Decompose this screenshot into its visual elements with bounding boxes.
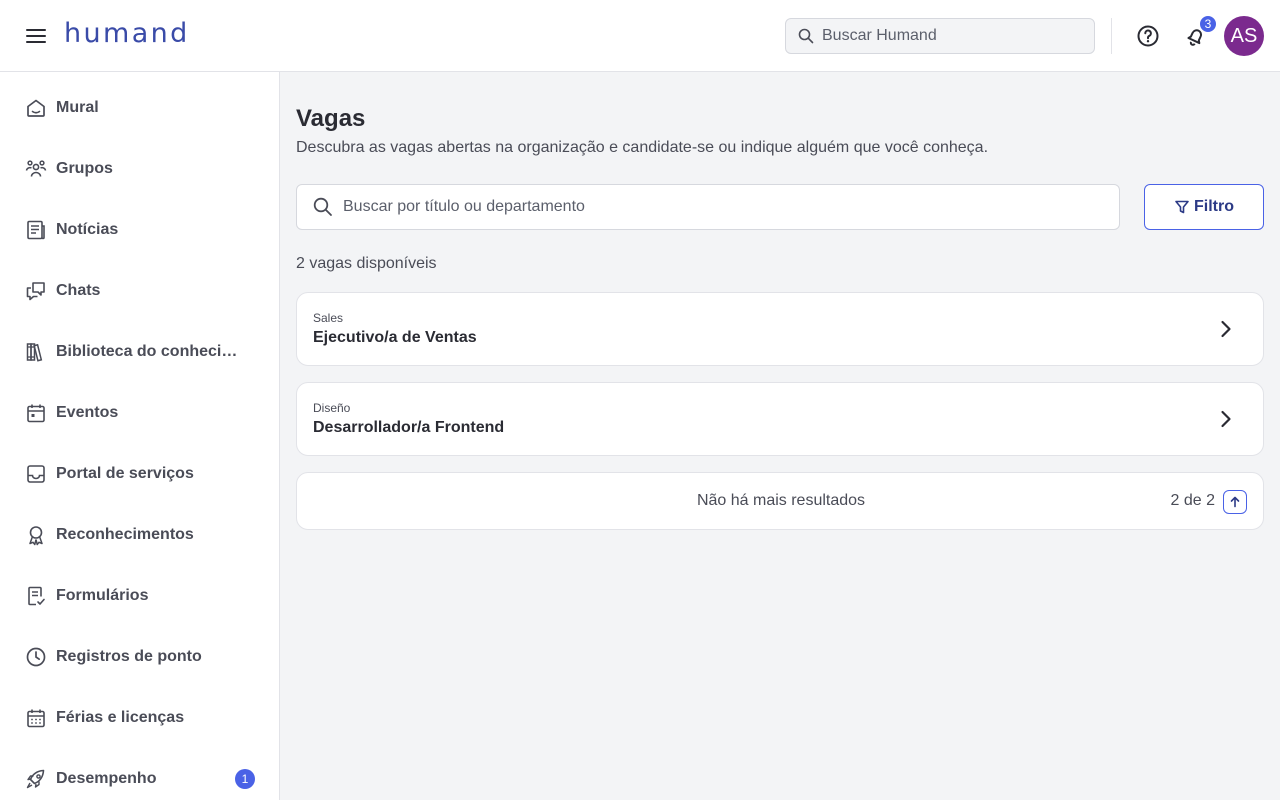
sidebar-item-label: Registros de ponto <box>56 648 202 665</box>
library-icon <box>24 340 48 364</box>
top-header: humand 3 AS <box>0 0 1280 72</box>
help-icon <box>1137 25 1159 47</box>
home-icon <box>24 96 48 120</box>
job-title: Desarrollador/a Frontend <box>313 419 505 436</box>
sidebar-item-label: Reconhecimentos <box>56 526 194 543</box>
filter-button[interactable]: Filtro <box>1144 184 1264 230</box>
calendar-icon <box>24 401 48 425</box>
job-search-input[interactable] <box>343 198 1103 216</box>
sidebar-item-label: Grupos <box>56 160 113 177</box>
sidebar-item-label: Portal de serviços <box>56 465 194 482</box>
sidebar-item-eventos[interactable]: Eventos <box>0 391 279 435</box>
sidebar-item-biblioteca[interactable]: Biblioteca do conhecimento <box>0 330 279 374</box>
pagination-count: 2 de 2 <box>1170 492 1215 509</box>
job-card[interactable]: Diseño Desarrollador/a Frontend <box>296 382 1264 456</box>
filter-icon <box>1174 199 1190 215</box>
clock-icon <box>24 645 48 669</box>
form-icon <box>24 584 48 608</box>
sidebar-item-label: Férias e licenças <box>56 709 185 726</box>
menu-button[interactable] <box>24 24 48 48</box>
no-more-results-text: Não há mais resultados <box>696 492 866 509</box>
sidebar-item-label: Notícias <box>56 221 119 238</box>
sidebar-item-registros-ponto[interactable]: Registros de ponto <box>0 635 279 679</box>
job-department: Sales <box>313 311 344 325</box>
sidebar-item-mural[interactable]: Mural <box>0 86 279 130</box>
sidebar-item-portal-servicos[interactable]: Portal de serviços <box>0 452 279 496</box>
rocket-icon <box>24 767 48 791</box>
sidebar-item-desempenho[interactable]: Desempenho 1 <box>0 757 279 800</box>
groups-icon <box>24 157 48 181</box>
sidebar-item-formularios[interactable]: Formulários <box>0 574 279 618</box>
results-count: 2 vagas disponíveis <box>296 255 437 272</box>
sidebar-item-label: Formulários <box>56 587 149 604</box>
job-title: Ejecutivo/a de Ventas <box>313 329 477 346</box>
hamburger-icon <box>26 29 46 43</box>
page-subtitle: Descubra as vagas abertas na organização… <box>296 139 989 156</box>
sidebar: Mural Grupos Notícias Chats Biblioteca d… <box>0 72 280 800</box>
chat-icon <box>24 279 48 303</box>
sidebar-item-label: Biblioteca do conhecimento <box>56 343 251 360</box>
help-button[interactable] <box>1135 23 1161 49</box>
notifications-badge: 3 <box>1198 14 1218 34</box>
search-icon <box>798 28 814 44</box>
search-icon <box>313 197 332 216</box>
sidebar-item-chats[interactable]: Chats <box>0 269 279 313</box>
job-department: Diseño <box>313 401 351 415</box>
sidebar-item-label: Chats <box>56 282 101 299</box>
chevron-right-icon <box>1215 408 1237 430</box>
filter-button-label: Filtro <box>1194 198 1234 215</box>
scroll-top-button[interactable] <box>1223 490 1247 514</box>
sidebar-item-noticias[interactable]: Notícias <box>0 208 279 252</box>
sidebar-item-grupos[interactable]: Grupos <box>0 147 279 191</box>
desempenho-badge: 1 <box>235 769 255 789</box>
inbox-icon <box>24 462 48 486</box>
sidebar-item-label: Desempenho <box>56 770 157 787</box>
humand-logo[interactable]: humand <box>64 18 190 49</box>
sidebar-item-label: Eventos <box>56 404 119 421</box>
global-search-input[interactable] <box>822 27 1082 45</box>
global-search[interactable] <box>785 18 1095 54</box>
job-search[interactable] <box>296 184 1120 230</box>
avatar[interactable]: AS <box>1224 16 1264 56</box>
page-title: Vagas <box>296 105 366 132</box>
arrow-up-icon <box>1230 496 1240 508</box>
award-icon <box>24 523 48 547</box>
job-card[interactable]: Sales Ejecutivo/a de Ventas <box>296 292 1264 366</box>
results-end-card: Não há mais resultados 2 de 2 <box>296 472 1264 530</box>
calendar-grid-icon <box>24 706 48 730</box>
header-divider <box>1111 18 1112 54</box>
sidebar-item-reconhecimentos[interactable]: Reconhecimentos <box>0 513 279 557</box>
news-icon <box>24 218 48 242</box>
chevron-right-icon <box>1215 318 1237 340</box>
sidebar-item-label: Mural <box>56 99 99 116</box>
sidebar-item-ferias-licencas[interactable]: Férias e licenças <box>0 696 279 740</box>
